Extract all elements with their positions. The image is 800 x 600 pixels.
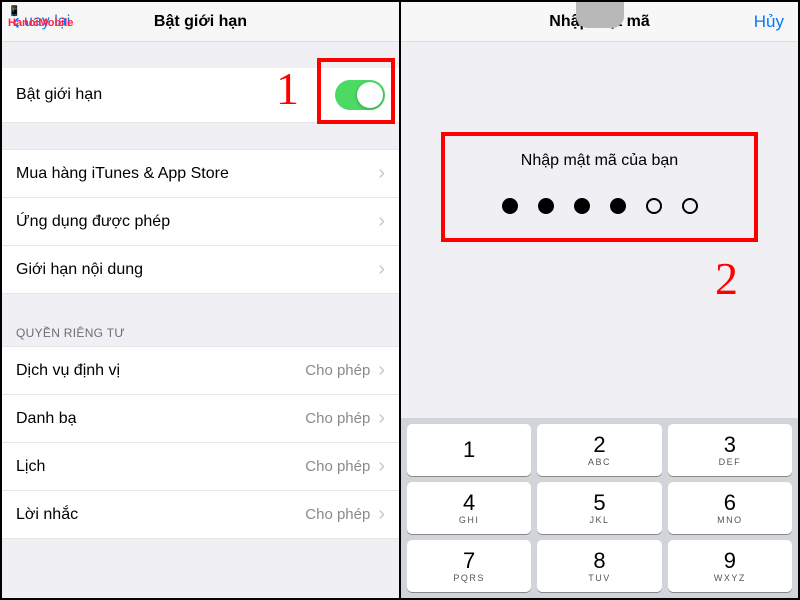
chevron-right-icon: › bbox=[378, 503, 385, 526]
keypad-key-8[interactable]: 8TUV bbox=[537, 540, 661, 592]
chevron-right-icon: › bbox=[378, 359, 385, 382]
key-letters: GHI bbox=[459, 515, 480, 525]
settings-row[interactable]: Giới hạn nội dung› bbox=[2, 246, 399, 294]
key-number: 9 bbox=[724, 550, 736, 572]
row-status: Cho phép bbox=[305, 362, 370, 379]
key-number: 7 bbox=[463, 550, 475, 572]
chevron-right-icon: › bbox=[378, 258, 385, 281]
annotation-number-2: 2 bbox=[715, 252, 738, 305]
row-status: Cho phép bbox=[305, 410, 370, 427]
row-status: Cho phép bbox=[305, 458, 370, 475]
key-number: 8 bbox=[593, 550, 605, 572]
privacy-row[interactable]: LịchCho phép › bbox=[2, 443, 399, 491]
key-letters: TUV bbox=[588, 573, 611, 583]
passcode-prompt-area: Nhập mật mã của bạn bbox=[401, 152, 798, 214]
key-number: 6 bbox=[724, 492, 736, 514]
key-letters: ABC bbox=[588, 457, 611, 467]
row-status: Cho phép bbox=[305, 506, 370, 523]
numeric-keypad: 12ABC3DEF4GHI5JKL6MNO7PQRS8TUV9WXYZ bbox=[401, 418, 798, 598]
settings-row[interactable]: Mua hàng iTunes & App Store› bbox=[2, 149, 399, 198]
key-number: 2 bbox=[593, 434, 605, 456]
passcode-dot bbox=[646, 198, 662, 214]
key-letters: DEF bbox=[719, 457, 742, 467]
key-number: 5 bbox=[593, 492, 605, 514]
key-number: 1 bbox=[463, 439, 475, 461]
keypad-key-7[interactable]: 7PQRS bbox=[407, 540, 531, 592]
enable-restrictions-row[interactable]: Bật giới hạn bbox=[2, 68, 399, 123]
key-number: 4 bbox=[463, 492, 475, 514]
sheet-grabber-icon bbox=[576, 2, 624, 28]
passcode-dot bbox=[574, 198, 590, 214]
passcode-dot bbox=[502, 198, 518, 214]
row-label: Lời nhắc bbox=[16, 506, 305, 524]
keypad-key-5[interactable]: 5JKL bbox=[537, 482, 661, 534]
chevron-right-icon: › bbox=[378, 407, 385, 430]
keypad-key-6[interactable]: 6MNO bbox=[668, 482, 792, 534]
passcode-dot bbox=[682, 198, 698, 214]
passcode-pane: Nhập mật mã Hủy Nhập mật mã của bạn 2 1 2… bbox=[401, 2, 798, 598]
keypad-key-1[interactable]: 1 bbox=[407, 424, 531, 476]
key-letters: JKL bbox=[589, 515, 609, 525]
chevron-right-icon: › bbox=[378, 162, 385, 185]
passcode-dots bbox=[401, 198, 798, 214]
key-number: 3 bbox=[724, 434, 736, 456]
key-letters: PQRS bbox=[453, 573, 485, 583]
privacy-section-header: QUYỀN RIÊNG TƯ bbox=[2, 320, 399, 346]
keypad-key-3[interactable]: 3DEF bbox=[668, 424, 792, 476]
chevron-right-icon: › bbox=[378, 455, 385, 478]
key-letters: WXYZ bbox=[714, 573, 746, 583]
cancel-button[interactable]: Hủy bbox=[754, 12, 784, 32]
page-title: Bật giới hạn bbox=[154, 13, 247, 31]
row-label: Giới hạn nội dung bbox=[16, 261, 378, 279]
passcode-prompt: Nhập mật mã của bạn bbox=[401, 152, 798, 170]
row-label: Ứng dụng được phép bbox=[16, 213, 378, 231]
privacy-row[interactable]: Lời nhắcCho phép › bbox=[2, 491, 399, 539]
chevron-right-icon: › bbox=[378, 210, 385, 233]
restrictions-toggle[interactable] bbox=[335, 80, 385, 110]
row-label: Lịch bbox=[16, 458, 305, 476]
row-label: Danh bạ bbox=[16, 410, 305, 428]
toggle-knob bbox=[357, 82, 383, 108]
passcode-dot bbox=[538, 198, 554, 214]
privacy-row[interactable]: Danh bạCho phép › bbox=[2, 395, 399, 443]
passcode-dot bbox=[610, 198, 626, 214]
privacy-row[interactable]: Dịch vụ định vịCho phép › bbox=[2, 346, 399, 395]
annotation-number-1: 1 bbox=[276, 62, 299, 115]
right-header: Nhập mật mã Hủy bbox=[401, 2, 798, 42]
row-label: Mua hàng iTunes & App Store bbox=[16, 165, 378, 183]
keypad-key-2[interactable]: 2ABC bbox=[537, 424, 661, 476]
key-letters: MNO bbox=[717, 515, 743, 525]
watermark-logo: 📱 HanoiMobile bbox=[8, 6, 73, 29]
settings-pane: ‹ uay lại Bật giới hạn Bật giới hạn 1 Mu… bbox=[2, 2, 401, 598]
row-label: Dịch vụ định vị bbox=[16, 362, 305, 380]
settings-row[interactable]: Ứng dụng được phép› bbox=[2, 198, 399, 246]
keypad-key-9[interactable]: 9WXYZ bbox=[668, 540, 792, 592]
keypad-key-4[interactable]: 4GHI bbox=[407, 482, 531, 534]
